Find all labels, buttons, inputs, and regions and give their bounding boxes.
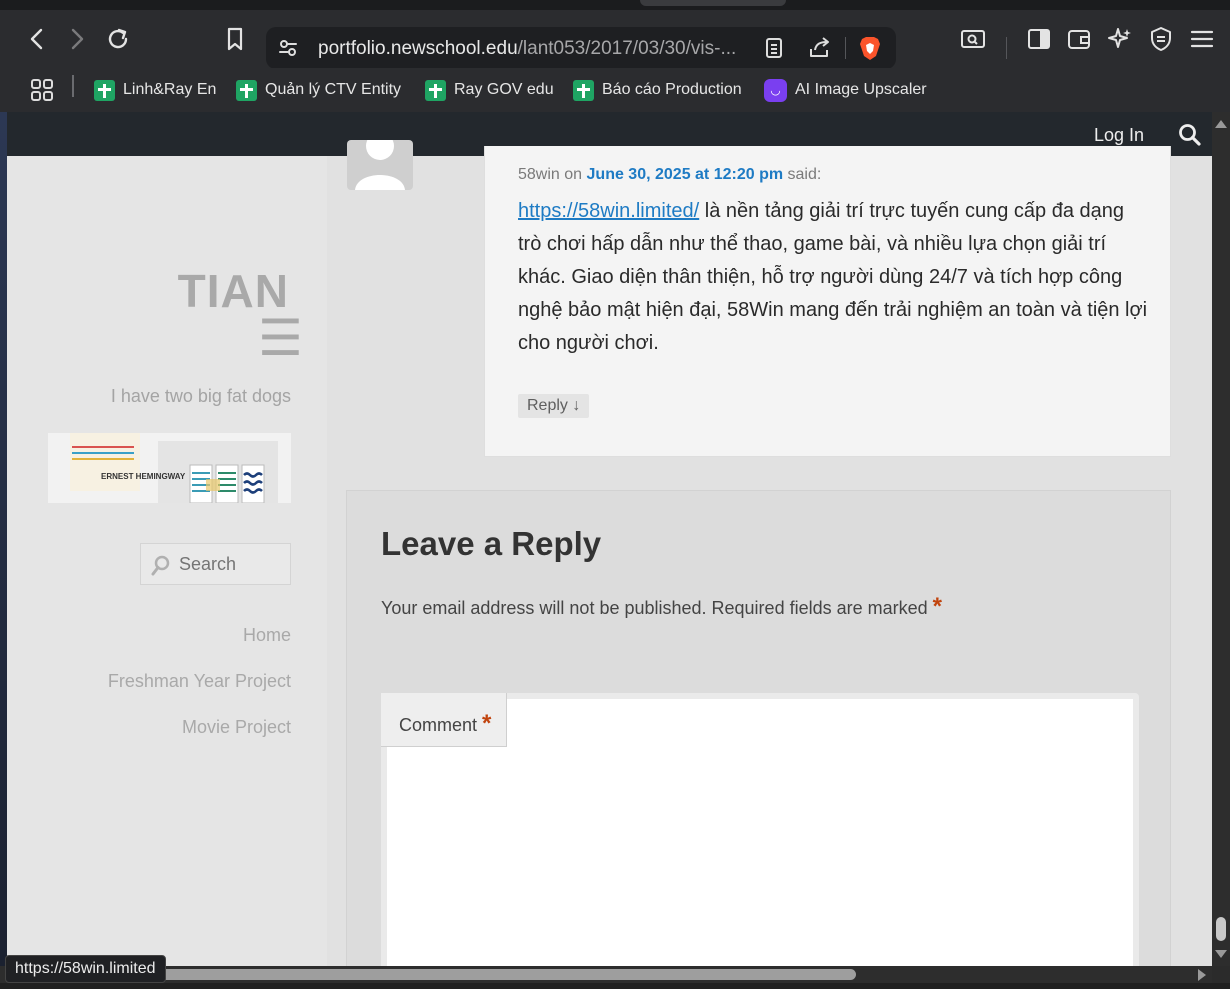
comment-date-link[interactable]: June 30, 2025 at 12:20 pm [587, 166, 784, 183]
comment: 58win on June 30, 2025 at 12:20 pm said:… [484, 146, 1171, 457]
vertical-scrollbar[interactable] [1212, 112, 1230, 966]
search-input[interactable] [179, 552, 284, 576]
comment-label-text: Comment [399, 715, 478, 735]
active-tab-indicator[interactable] [640, 0, 786, 6]
url-text[interactable]: portfolio.newschool.edu/lant053/2017/03/… [318, 38, 736, 60]
sidebar-toggle-icon[interactable] [1024, 24, 1054, 54]
reader-mode-icon[interactable] [760, 34, 788, 62]
comment-author: 58win [518, 166, 560, 183]
toolbar-separator [1006, 37, 1007, 59]
nav-movie-project[interactable]: Movie Project [182, 717, 291, 738]
scroll-up-arrow[interactable] [1215, 120, 1227, 128]
reply-form: Leave a Reply Your email address will no… [346, 490, 1171, 966]
url-host: portfolio.newschool.edu [318, 38, 518, 59]
required-note: Your email address will not be published… [381, 593, 942, 621]
bookmark-label: Ray GOV edu [454, 81, 554, 98]
address-bar[interactable]: portfolio.newschool.edu/lant053/2017/03/… [266, 27, 896, 69]
google-sheets-icon [236, 79, 257, 101]
scroll-down-arrow[interactable] [1215, 950, 1227, 958]
bookmarks-bar: Linh&Ray En Quản lý CTV Entity Ray GOV e… [0, 68, 1230, 112]
required-asterisk: * [932, 593, 942, 620]
comment-meta: 58win on June 30, 2025 at 12:20 pm said: [518, 166, 821, 184]
commenter-avatar [347, 140, 413, 190]
banner-text: ERNEST HEMINGWAY [101, 472, 186, 481]
vertical-scroll-thumb[interactable] [1216, 917, 1226, 941]
forward-icon[interactable] [62, 24, 92, 54]
required-note-text: Your email address will not be published… [381, 598, 928, 618]
apps-grid-icon[interactable] [30, 74, 54, 106]
comment-on: on [564, 166, 583, 183]
required-asterisk: * [482, 710, 492, 737]
url-path: /lant053/2017/03/30/vis-... [517, 38, 737, 59]
bookmark-label: Quản lý CTV Entity [265, 81, 402, 98]
bookmark-item[interactable]: Báo cáo Production [573, 74, 742, 106]
browser-toolbar: portfolio.newschool.edu/lant053/2017/03/… [0, 10, 1230, 69]
sidebar: TIAN ☰ I have two big fat dogs ERNEST HE… [7, 156, 327, 966]
search-icon [151, 555, 171, 582]
horizontal-scroll-thumb[interactable] [120, 969, 856, 980]
tab-search-icon[interactable] [958, 24, 988, 54]
comment-link[interactable]: https://58win.limited/ [518, 200, 699, 222]
google-sheets-icon [94, 79, 115, 101]
bookmark-item[interactable]: Quản lý CTV Entity [236, 74, 401, 106]
scroll-right-arrow[interactable] [1198, 969, 1206, 981]
brave-shields-icon[interactable] [856, 34, 884, 62]
google-sheets-icon [573, 79, 594, 101]
bookmark-item[interactable]: Linh&Ray En [94, 74, 216, 106]
comment-label: Comment * [381, 693, 507, 747]
sidebar-search[interactable] [140, 543, 291, 585]
main-content: 58win on June 30, 2025 at 12:20 pm said:… [327, 140, 1212, 966]
back-icon[interactable] [22, 24, 52, 54]
bookmark-label: Báo cáo Production [602, 81, 742, 98]
header-image[interactable]: ERNEST HEMINGWAY [48, 433, 291, 503]
menu-icon[interactable] [1187, 24, 1217, 54]
site-info-icon[interactable] [274, 34, 302, 62]
urlbar-separator [845, 37, 846, 59]
wallet-icon[interactable] [1064, 24, 1094, 54]
google-sheets-icon [425, 79, 446, 101]
reload-icon[interactable] [103, 24, 133, 54]
comment-body: https://58win.limited/ là nền tảng giải … [518, 195, 1148, 360]
bookmark-label: AI Image Upscaler [795, 81, 927, 98]
share-icon[interactable] [806, 34, 834, 62]
link-status-bubble: https://58win.limited [5, 955, 166, 983]
vpn-shield-icon[interactable] [1146, 24, 1176, 54]
nav-freshman-year-project[interactable]: Freshman Year Project [108, 671, 291, 692]
bookmark-item[interactable]: ◡ AI Image Upscaler [764, 74, 927, 106]
ai-upscaler-icon: ◡ [764, 78, 787, 102]
site-tagline: I have two big fat dogs [110, 386, 291, 406]
window-bottom-edge [0, 983, 1230, 989]
leo-ai-icon[interactable] [1105, 24, 1135, 54]
reply-title: Leave a Reply [381, 525, 602, 562]
bookmark-item[interactable]: Ray GOV edu [425, 74, 554, 106]
bookmark-label: Linh&Ray En [123, 81, 217, 98]
login-link[interactable]: Log In [1094, 125, 1144, 146]
site-logo-glyph: ☰ [258, 310, 303, 366]
desktop-edge [0, 112, 7, 966]
bookmarks-separator [72, 75, 74, 97]
horizontal-scrollbar[interactable] [0, 966, 1212, 983]
nav-home[interactable]: Home [243, 625, 291, 646]
bookmark-icon[interactable] [220, 24, 250, 54]
comment-textarea[interactable]: Comment * [381, 693, 1139, 966]
comment-said: said: [787, 166, 822, 183]
reply-button[interactable]: Reply ↓ [518, 394, 590, 418]
web-page: Log In TIAN ☰ I have two big fat dogs ER… [7, 112, 1212, 966]
comment-text: là nền tảng giải trí trực tuyến cung cấp… [518, 200, 1148, 354]
window-titlebar [0, 0, 1230, 10]
search-icon[interactable] [1178, 123, 1202, 147]
